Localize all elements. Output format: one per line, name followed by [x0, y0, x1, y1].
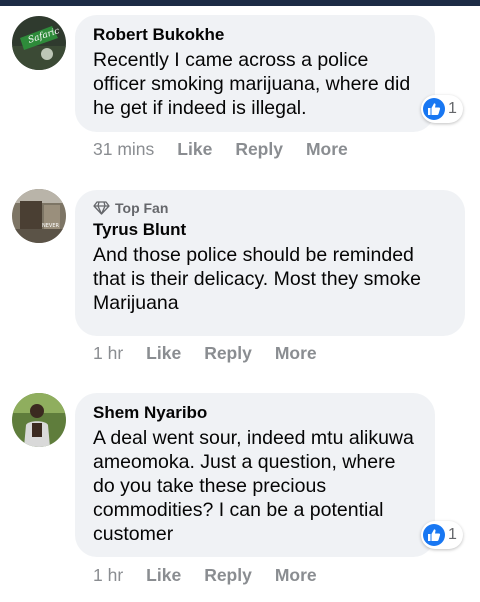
top-fan-badge: Top Fan	[93, 199, 447, 217]
like-reaction-icon	[423, 98, 445, 120]
comment-time[interactable]: 31 mins	[93, 138, 154, 160]
like-button[interactable]: Like	[177, 138, 212, 160]
reply-button[interactable]: Reply	[204, 342, 252, 364]
reaction-count-value: 1	[448, 526, 457, 543]
comment-author[interactable]: Shem Nyaribo	[93, 402, 417, 424]
reaction-count-value: 1	[448, 100, 457, 117]
avatar[interactable]	[12, 393, 66, 447]
comment-actions: 1 hr Like Reply More	[93, 342, 340, 364]
more-button[interactable]: More	[275, 564, 317, 586]
comment-author[interactable]: Tyrus Blunt	[93, 219, 447, 241]
more-button[interactable]: More	[306, 138, 348, 160]
reaction-count[interactable]: 1	[421, 95, 463, 123]
like-reaction-icon	[423, 524, 445, 546]
comment-time[interactable]: 1 hr	[93, 342, 123, 364]
diamond-icon	[93, 201, 110, 215]
top-fan-label: Top Fan	[115, 200, 169, 216]
comment-author[interactable]: Robert Bukokhe	[93, 24, 417, 46]
comment-actions: 1 hr Like Reply More	[93, 564, 340, 586]
comment-text: Recently I came across a police officer …	[93, 49, 411, 119]
comment-bubble: Shem Nyaribo A deal went sour, indeed mt…	[75, 393, 435, 557]
top-bar	[0, 0, 480, 6]
comment-text: And those police should be reminded that…	[93, 244, 422, 314]
reaction-count[interactable]: 1	[421, 521, 463, 549]
avatar[interactable]: NEVER	[12, 189, 66, 243]
avatar-image	[12, 393, 66, 447]
reply-button[interactable]: Reply	[235, 138, 283, 160]
avatar[interactable]: Safaric	[12, 16, 66, 70]
avatar-image: NEVER	[12, 189, 66, 243]
avatar-image: Safaric	[12, 16, 66, 70]
avatar-sign-text: NEVER	[42, 223, 59, 229]
comment-time[interactable]: 1 hr	[93, 564, 123, 586]
comment-bubble: Robert Bukokhe Recently I came across a …	[75, 15, 435, 132]
reply-button[interactable]: Reply	[204, 564, 252, 586]
comment-text: A deal went sour, indeed mtu alikuwa ame…	[93, 427, 414, 545]
like-button[interactable]: Like	[146, 342, 181, 364]
more-button[interactable]: More	[275, 342, 317, 364]
like-button[interactable]: Like	[146, 564, 181, 586]
comment-actions: 31 mins Like Reply More	[93, 138, 371, 160]
comment-bubble: Top Fan Tyrus Blunt And those police sho…	[75, 190, 465, 336]
